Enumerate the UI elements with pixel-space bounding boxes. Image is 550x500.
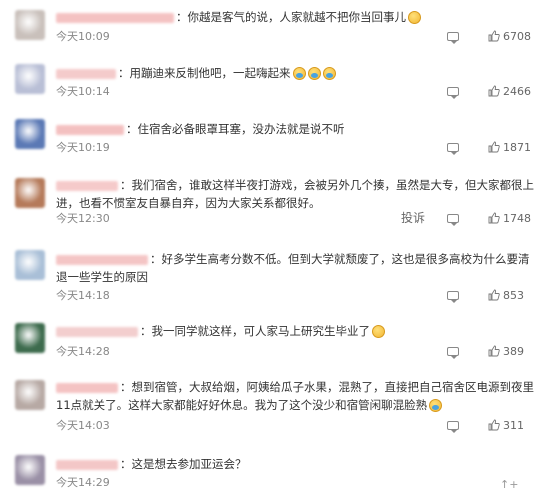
username-blurred[interactable] [56,12,174,23]
timestamp: 今天10:14 [56,85,110,98]
laugh-cry-emoji-icon: blue [307,67,321,80]
comment-text-block: ：这是想去参加亚运会？ [56,455,540,473]
thumbs-up-icon [488,419,500,431]
username-blurred[interactable] [56,68,116,79]
comment-icon[interactable] [447,347,459,359]
timestamp: 今天14:28 [56,345,110,358]
username-separator: ： [140,324,152,338]
like-button[interactable]: 6708 [488,30,531,44]
username-blurred[interactable] [56,254,148,265]
laugh-cry-emoji-icon: blue [292,67,306,80]
avatar[interactable] [15,119,45,149]
like-count: 1748 [503,212,531,225]
avatar[interactable] [15,250,45,280]
comment-body: 你越是客气的说，人家就越不把你当回事儿 [187,10,407,24]
comment-icon[interactable] [447,143,459,155]
username-blurred[interactable] [56,180,118,191]
comment-icon[interactable] [447,32,459,44]
watermark: ↑+ [500,478,519,491]
report-link[interactable]: 投诉 [401,211,425,225]
like-button[interactable]: 311 [488,419,524,433]
like-count: 6708 [503,30,531,43]
avatar[interactable] [15,380,45,410]
laugh-cry-emoji-icon: blue [429,399,443,412]
like-button[interactable]: 2466 [488,85,531,99]
like-button[interactable]: 389 [488,345,524,359]
comment-icon[interactable] [447,291,459,303]
like-count: 2466 [503,85,531,98]
timestamp: 今天12:30 [56,212,110,225]
like-count: 311 [503,419,524,432]
comment-text-block: ：想到宿管，大叔给烟，阿姨给瓜子水果，混熟了，直接把自己宿舍区电源到夜里11点就… [56,378,540,414]
timestamp: 今天14:29 [56,476,110,489]
comment-list: ：你越是客气的说，人家就越不把你当回事儿yellow今天10:096708：用蹦… [0,0,550,500]
comment-text-block: ：好多学生高考分数不低。但到大学就颓废了，这也是很多高校为什么要清退一些学生的原… [56,250,540,286]
avatar[interactable] [15,455,45,485]
like-count: 1871 [503,141,531,154]
like-button[interactable]: 1748 [488,212,531,226]
comment-text-block: ：住宿舍必备眼罩耳塞，没办法就是说不听 [56,120,540,138]
comment-body: 这是想去参加亚运会？ [131,457,247,471]
comment-body: 我一同学就这样，可人家马上研究生毕业了 [151,324,371,338]
username-separator: ： [176,10,188,24]
comment-text-block: ：我们宿舍，谁敢这样半夜打游戏，会被另外几个揍，虽然是大专，但大家都很上进，也看… [56,176,540,212]
username-separator: ： [120,178,132,192]
thumbs-up-icon [488,289,500,301]
timestamp: 今天10:09 [56,30,110,43]
comment-text-block: ：用蹦迪来反制他吧，一起嗨起来blueblueblue [56,64,540,82]
like-count: 853 [503,289,524,302]
smile-emoji-icon: yellow [408,11,421,24]
laugh-cry-emoji-icon: blue [322,67,336,80]
timestamp: 今天14:18 [56,289,110,302]
comment-text-block: ：我一同学就这样，可人家马上研究生毕业了yellow [56,322,540,340]
username-separator: ： [150,252,162,266]
username-blurred[interactable] [56,124,124,135]
username-separator: ： [120,457,132,471]
like-count: 389 [503,345,524,358]
comment-body: 住宿舍必备眼罩耳塞，没办法就是说不听 [137,122,345,136]
username-separator: ： [120,380,132,394]
smile-emoji-icon: yellow [372,325,385,338]
username-blurred[interactable] [56,326,138,337]
comment-icon[interactable] [447,87,459,99]
like-button[interactable]: 1871 [488,141,531,155]
avatar[interactable] [15,178,45,208]
comment-body: 用蹦迪来反制他吧，一起嗨起来 [129,66,291,80]
avatar[interactable] [15,64,45,94]
timestamp: 今天14:03 [56,419,110,432]
thumbs-up-icon [488,345,500,357]
avatar[interactable] [15,323,45,353]
thumbs-up-icon [488,30,500,42]
comment-icon[interactable] [447,214,459,226]
thumbs-up-icon [488,85,500,97]
username-separator: ： [126,122,138,136]
like-button[interactable]: 853 [488,289,524,303]
avatar[interactable] [15,10,45,40]
username-blurred[interactable] [56,459,118,470]
thumbs-up-icon [488,212,500,224]
thumbs-up-icon [488,141,500,153]
username-blurred[interactable] [56,382,118,393]
timestamp: 今天10:19 [56,141,110,154]
comment-icon[interactable] [447,421,459,433]
comment-text-block: ：你越是客气的说，人家就越不把你当回事儿yellow [56,8,540,26]
username-separator: ： [118,66,130,80]
